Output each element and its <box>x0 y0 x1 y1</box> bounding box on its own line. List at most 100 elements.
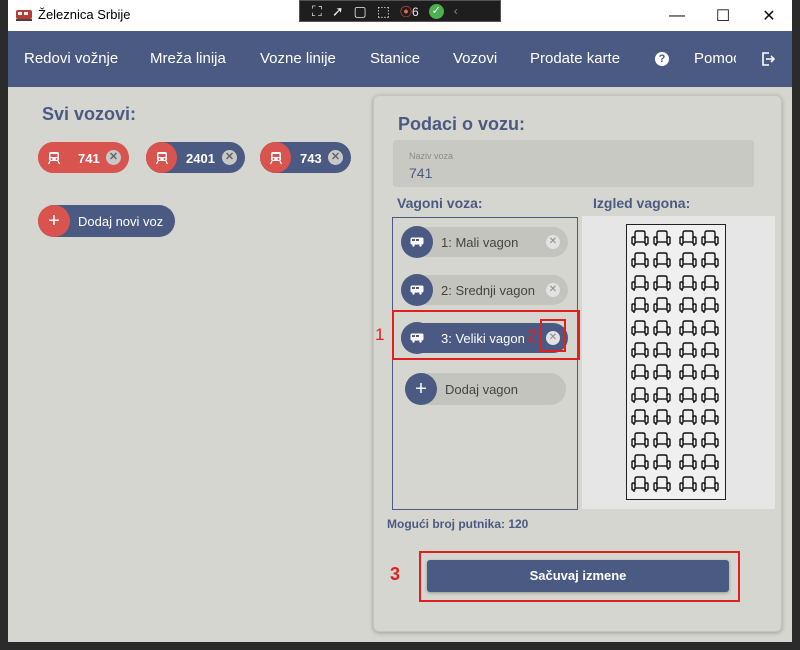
wagon-item[interactable]: 1: Mali vagon ✕ <box>401 226 568 258</box>
maximize-button[interactable]: ☐ <box>700 0 746 31</box>
seat-icon <box>631 454 649 476</box>
remove-icon[interactable]: ✕ <box>546 235 560 249</box>
nav-prodate-karte[interactable]: Prodate karte <box>530 50 620 67</box>
seat-icon <box>679 297 697 319</box>
nav-vozovi[interactable]: Vozovi <box>453 50 497 67</box>
train-logo-icon <box>16 10 32 21</box>
plus-icon: + <box>405 373 437 405</box>
annotation-1: 1 <box>375 325 385 344</box>
seat-icon <box>679 387 697 409</box>
train-chip[interactable]: 2401 ✕ <box>146 142 245 173</box>
seat-icon <box>679 454 697 476</box>
wagons-heading: Vagoni voza: <box>397 195 483 211</box>
seat-icon <box>701 252 719 274</box>
seat-icon <box>653 342 671 364</box>
window-title: Železnica Srbije <box>38 7 131 22</box>
seat-icon <box>653 275 671 297</box>
seat-icon <box>653 387 671 409</box>
train-chip-label: 743 <box>300 151 322 166</box>
select-element-icon[interactable]: ⛶ <box>312 4 322 18</box>
app-window: Železnica Srbije ⛶ ➚ ▢ ⬚ ⦿6 ✓ ‹ — ☐ ✕ Re… <box>8 0 792 642</box>
seat-icon <box>679 431 697 454</box>
bus-icon <box>401 226 433 258</box>
seat-icon <box>631 364 649 386</box>
seat-icon <box>653 319 671 342</box>
title-bar: Železnica Srbije ⛶ ➚ ▢ ⬚ ⦿6 ✓ ‹ — ☐ ✕ <box>8 0 792 31</box>
seat-icon <box>653 409 671 431</box>
train-chip[interactable]: 743 ✕ <box>260 142 351 173</box>
highlight-box-3 <box>419 551 740 602</box>
seat-icon <box>653 476 671 498</box>
seat-icon <box>701 387 719 409</box>
check-icon[interactable]: ✓ <box>428 3 444 19</box>
pointer-icon[interactable]: ➚ <box>332 4 344 18</box>
seat-icon <box>701 319 719 342</box>
train-chip-label: 741 <box>78 151 100 166</box>
train-name-placeholder: Naziv voza <box>409 151 454 161</box>
details-heading: Podaci o vozu: <box>398 114 526 134</box>
train-name-value: 741 <box>409 165 433 181</box>
seat-icon <box>679 364 697 386</box>
help-icon: ? <box>655 52 669 66</box>
plus-icon: + <box>38 205 70 237</box>
seat-layout <box>626 224 726 500</box>
seat-icon <box>653 431 671 454</box>
passenger-capacity: Mogući broj putnika: 120 <box>387 517 529 531</box>
remove-icon[interactable]: ✕ <box>546 283 560 297</box>
train-chip-label: 2401 <box>186 151 215 166</box>
seat-icon <box>653 364 671 386</box>
seat-icon <box>679 409 697 431</box>
wagon-label: 2: Srednji vagon <box>441 283 535 298</box>
add-train-label: Dodaj novi voz <box>78 214 164 229</box>
seat-icon <box>653 252 671 274</box>
nav-mreza-linija[interactable]: Mreža linija <box>150 50 226 67</box>
seat-icon <box>631 409 649 431</box>
wagon-item[interactable]: 2: Srednji vagon ✕ <box>401 274 568 306</box>
seat-icon <box>679 230 697 252</box>
wagon-preview <box>582 216 775 509</box>
collapse-icon[interactable]: ‹ <box>454 4 458 18</box>
track-focus-icon[interactable]: ⬚ <box>377 4 390 18</box>
trains-heading: Svi vozovi: <box>42 104 137 124</box>
highlight-box-2 <box>540 319 566 352</box>
seat-icon <box>631 297 649 319</box>
seat-icon <box>631 342 649 364</box>
seat-icon <box>653 454 671 476</box>
nav-pomoc[interactable]: Pomoć <box>694 50 736 67</box>
nav-vozne-linije[interactable]: Vozne linije <box>260 50 336 67</box>
seat-icon <box>631 252 649 274</box>
binding-errors-count[interactable]: ⦿6 <box>400 3 419 20</box>
train-chip[interactable]: 741 ✕ <box>38 142 129 173</box>
seat-icon <box>631 431 649 454</box>
minimize-button[interactable]: — <box>654 0 700 31</box>
seat-icon <box>701 409 719 431</box>
seat-icon <box>701 342 719 364</box>
seat-icon <box>631 476 649 498</box>
remove-icon[interactable]: ✕ <box>328 150 343 165</box>
nav-redovi-voznje[interactable]: Redovi vožnje <box>24 50 118 67</box>
add-wagon-label: Dodaj vagon <box>445 382 518 397</box>
close-button[interactable]: ✕ <box>746 0 792 31</box>
add-train-button[interactable]: + Dodaj novi voz <box>38 205 175 237</box>
train-icon <box>146 142 177 173</box>
logout-icon[interactable] <box>761 52 775 66</box>
seat-icon <box>701 364 719 386</box>
train-name-field[interactable]: Naziv voza 741 <box>393 140 754 187</box>
add-wagon-button[interactable]: + Dodaj vagon <box>405 373 566 405</box>
remove-icon[interactable]: ✕ <box>106 150 121 165</box>
wagon-label: 1: Mali vagon <box>441 235 519 250</box>
seat-icon <box>653 230 671 252</box>
seat-icon <box>701 297 719 319</box>
nav-stanice[interactable]: Stanice <box>370 50 420 67</box>
adorner-icon[interactable]: ▢ <box>354 4 367 18</box>
seat-icon <box>631 275 649 297</box>
remove-icon[interactable]: ✕ <box>222 150 237 165</box>
seat-icon <box>631 230 649 252</box>
seat-icon <box>701 275 719 297</box>
seat-icon <box>701 431 719 454</box>
bus-icon <box>401 274 433 306</box>
train-icon <box>260 142 291 173</box>
seat-icon <box>631 319 649 342</box>
seat-icon <box>653 297 671 319</box>
annotation-2: 2 <box>527 326 537 345</box>
